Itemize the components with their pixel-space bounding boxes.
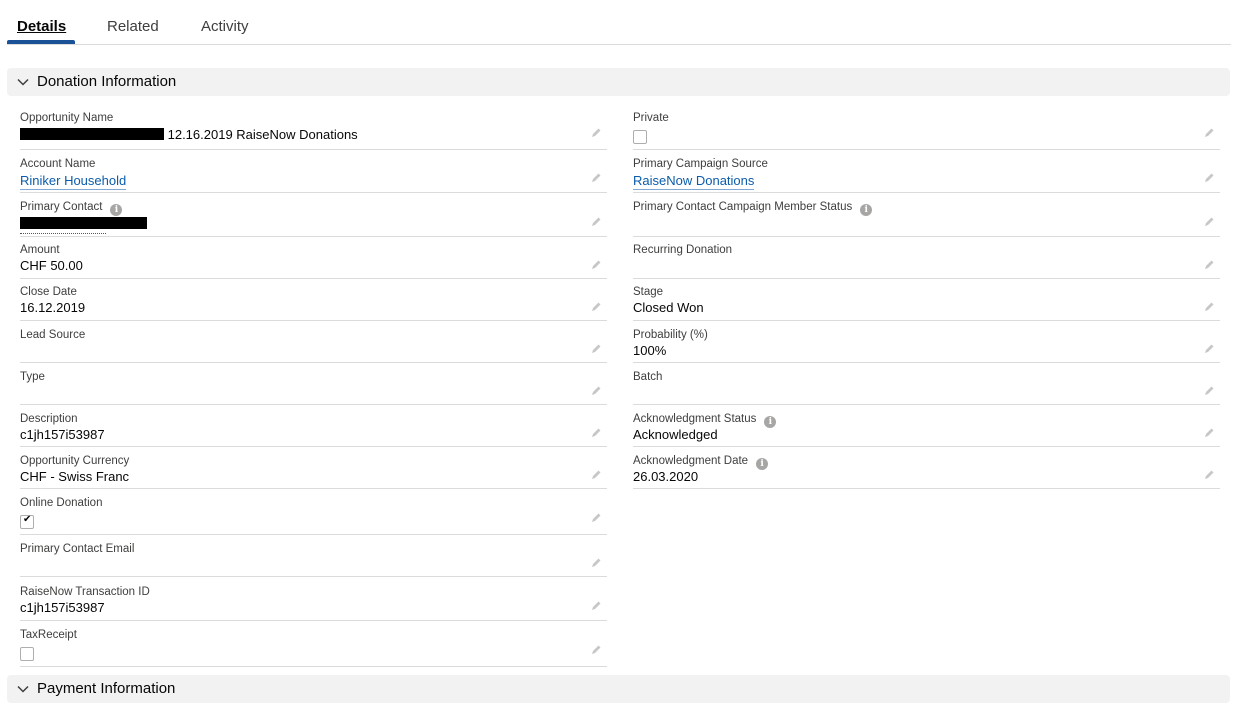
field-probability: Probability (%) 100% (633, 327, 1220, 363)
field-lead-source: Lead Source (20, 327, 607, 363)
field-batch: Batch (633, 369, 1220, 405)
pencil-icon[interactable] (589, 300, 603, 314)
pencil-icon[interactable] (1202, 342, 1216, 356)
tab-related[interactable]: Related (107, 17, 159, 37)
field-amount: Amount CHF 50.00 (20, 242, 607, 279)
pencil-icon[interactable] (1202, 215, 1216, 229)
field-label: Opportunity Currency (20, 455, 130, 467)
pencil-icon[interactable] (1202, 468, 1216, 482)
info-icon[interactable]: i (756, 458, 769, 470)
chevron-down-icon (17, 685, 29, 693)
field-value: 12.16.2019 RaiseNow Donations (20, 126, 358, 144)
pencil-icon[interactable] (589, 384, 603, 398)
info-icon[interactable]: i (860, 204, 873, 216)
field-value: c1jh157i53987 (20, 600, 105, 615)
field-primary-campaign-source: Primary Campaign Source RaiseNow Donatio… (633, 156, 1220, 193)
section-header-payment-information[interactable]: Payment Information (7, 675, 1230, 703)
tab-bar: Details Related Activity (7, 0, 1231, 45)
account-name-link[interactable]: Riniker Household (20, 173, 127, 190)
field-raisenow-transaction-id: RaiseNow Transaction ID c1jh157i53987 (20, 584, 607, 621)
field-value: 16.12.2019 (20, 300, 86, 315)
link-underline (20, 233, 106, 234)
field-label: Private (633, 112, 669, 124)
info-icon[interactable]: i (110, 204, 123, 216)
tab-activity[interactable]: Activity (201, 17, 249, 37)
field-value: 100% (633, 343, 667, 358)
pencil-icon[interactable] (589, 468, 603, 482)
field-label: Primary Contact i (20, 199, 123, 216)
field-label: TaxReceipt (20, 629, 77, 641)
pencil-icon[interactable] (589, 171, 603, 185)
field-label: Primary Contact Campaign Member Status i (633, 199, 873, 216)
field-label: Close Date (20, 286, 77, 298)
field-label: Acknowledgment Status i (633, 411, 777, 428)
redacted-block (20, 128, 164, 140)
pencil-icon[interactable] (1202, 171, 1216, 185)
section-title: Donation Information (37, 73, 177, 90)
section-header-donation-information[interactable]: Donation Information (7, 68, 1230, 96)
field-label: Probability (%) (633, 329, 708, 341)
field-account-name: Account Name Riniker Household (20, 156, 607, 193)
field-label: Description (20, 413, 78, 425)
field-label: Primary Contact Email (20, 543, 135, 555)
field-label: Batch (633, 371, 663, 383)
active-tab-indicator (7, 40, 75, 44)
field-label: RaiseNow Transaction ID (20, 586, 150, 598)
pencil-icon[interactable] (1202, 384, 1216, 398)
field-close-date: Close Date 16.12.2019 (20, 284, 607, 321)
pencil-icon[interactable] (589, 643, 603, 657)
field-opportunity-currency: Opportunity Currency CHF - Swiss Franc (20, 453, 607, 489)
field-value: CHF 50.00 (20, 258, 83, 273)
field-description: Description c1jh157i53987 (20, 411, 607, 447)
pencil-icon[interactable] (1202, 426, 1216, 440)
field-value: Acknowledged (633, 427, 718, 442)
primary-campaign-source-link[interactable]: RaiseNow Donations (633, 173, 755, 190)
pencil-icon[interactable] (589, 556, 603, 570)
field-label: Stage (633, 286, 664, 298)
field-stage: Stage Closed Won (633, 284, 1220, 321)
pencil-icon[interactable] (589, 215, 603, 229)
field-label: Account Name (20, 158, 96, 170)
field-label: Acknowledgment Date i (633, 453, 769, 470)
online-donation-checkbox (20, 514, 34, 529)
pencil-icon[interactable] (589, 599, 603, 613)
info-icon[interactable]: i (764, 416, 777, 428)
chevron-down-icon (17, 78, 29, 86)
field-value: CHF - Swiss Franc (20, 469, 130, 484)
pencil-icon[interactable] (589, 126, 603, 140)
field-primary-contact: Primary Contact i (20, 199, 607, 237)
field-value: Closed Won (633, 300, 704, 315)
field-opportunity-name: Opportunity Name 12.16.2019 RaiseNow Don… (20, 110, 607, 150)
field-label: Opportunity Name (20, 112, 114, 124)
pencil-icon[interactable] (589, 258, 603, 272)
field-online-donation: Online Donation (20, 495, 607, 535)
field-label: Amount (20, 244, 60, 256)
field-primary-contact-campaign-member-status: Primary Contact Campaign Member Status i (633, 199, 1220, 237)
tax-receipt-checkbox (20, 647, 34, 661)
pencil-icon[interactable] (589, 426, 603, 440)
field-value: 26.03.2020 (633, 469, 699, 484)
field-acknowledgment-date: Acknowledgment Date i 26.03.2020 (633, 453, 1220, 489)
field-value: c1jh157i53987 (20, 427, 105, 442)
tab-details[interactable]: Details (17, 17, 66, 37)
field-type: Type (20, 369, 607, 405)
private-checkbox (633, 130, 647, 144)
pencil-icon[interactable] (1202, 300, 1216, 314)
pencil-icon[interactable] (589, 511, 603, 525)
field-label: Type (20, 371, 45, 383)
field-tax-receipt: TaxReceipt (20, 627, 607, 667)
field-recurring-donation: Recurring Donation (633, 242, 1220, 279)
pencil-icon[interactable] (1202, 126, 1216, 140)
field-label: Online Donation (20, 497, 103, 509)
field-acknowledgment-status: Acknowledgment Status i Acknowledged (633, 411, 1220, 447)
field-label: Recurring Donation (633, 244, 733, 256)
pencil-icon[interactable] (1202, 258, 1216, 272)
section-title: Payment Information (37, 680, 176, 697)
field-primary-contact-email: Primary Contact Email (20, 541, 607, 577)
field-label: Lead Source (20, 329, 86, 341)
redacted-block (20, 217, 147, 229)
field-label: Primary Campaign Source (633, 158, 768, 170)
field-private: Private (633, 110, 1220, 150)
pencil-icon[interactable] (589, 342, 603, 356)
